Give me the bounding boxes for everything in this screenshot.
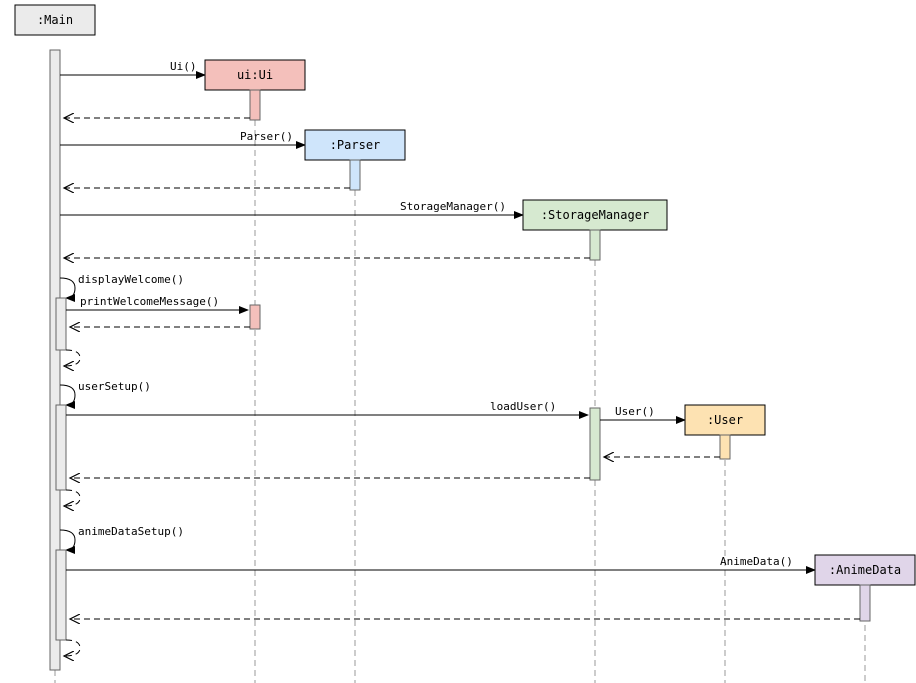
activation-main-inner-3 (56, 550, 66, 640)
activation-storage-2 (590, 408, 600, 480)
participant-user: :User (685, 405, 765, 435)
msg-ui-create-label: Ui() (170, 60, 197, 73)
msg-storage-create-label: StorageManager() (400, 200, 506, 213)
activation-main-inner-2 (56, 405, 66, 490)
activation-ui-2 (250, 305, 260, 329)
participant-ui: ui:Ui (205, 60, 305, 90)
self-return-1 (64, 350, 80, 366)
activation-storage-1 (590, 230, 600, 260)
participant-main: :Main (15, 5, 95, 35)
activation-anime-1 (860, 585, 870, 621)
sequence-diagram: :Main Ui() ui:Ui Parser() :Parser Storag… (0, 0, 916, 683)
participant-storage: :StorageManager (523, 200, 667, 230)
self-user-setup (60, 385, 75, 405)
participant-main-label: :Main (37, 13, 73, 27)
self-display-welcome (60, 278, 75, 298)
msg-print-welcome-label: printWelcomeMessage() (80, 295, 219, 308)
activation-user-1 (720, 435, 730, 459)
participant-parser: :Parser (305, 130, 405, 160)
participant-anime-label: :AnimeData (829, 563, 901, 577)
activation-main-inner-1 (56, 298, 66, 350)
participant-user-label: :User (707, 413, 743, 427)
msg-anime-create-label: AnimeData() (720, 555, 793, 568)
msg-user-create-label: User() (615, 405, 655, 418)
msg-parser-create-label: Parser() (240, 130, 293, 143)
self-return-2 (64, 490, 80, 506)
participant-anime: :AnimeData (815, 555, 915, 585)
self-anime-setup (60, 530, 75, 550)
self-return-3 (64, 640, 80, 656)
msg-load-user-label: loadUser() (490, 400, 556, 413)
activation-parser-1 (350, 160, 360, 190)
self-anime-setup-label: animeDataSetup() (78, 525, 184, 538)
self-display-welcome-label: displayWelcome() (78, 273, 184, 286)
participant-parser-label: :Parser (330, 138, 381, 152)
self-user-setup-label: userSetup() (78, 380, 151, 393)
activation-ui-1 (250, 90, 260, 120)
participant-storage-label: :StorageManager (541, 208, 649, 222)
participant-ui-label: ui:Ui (237, 68, 273, 82)
